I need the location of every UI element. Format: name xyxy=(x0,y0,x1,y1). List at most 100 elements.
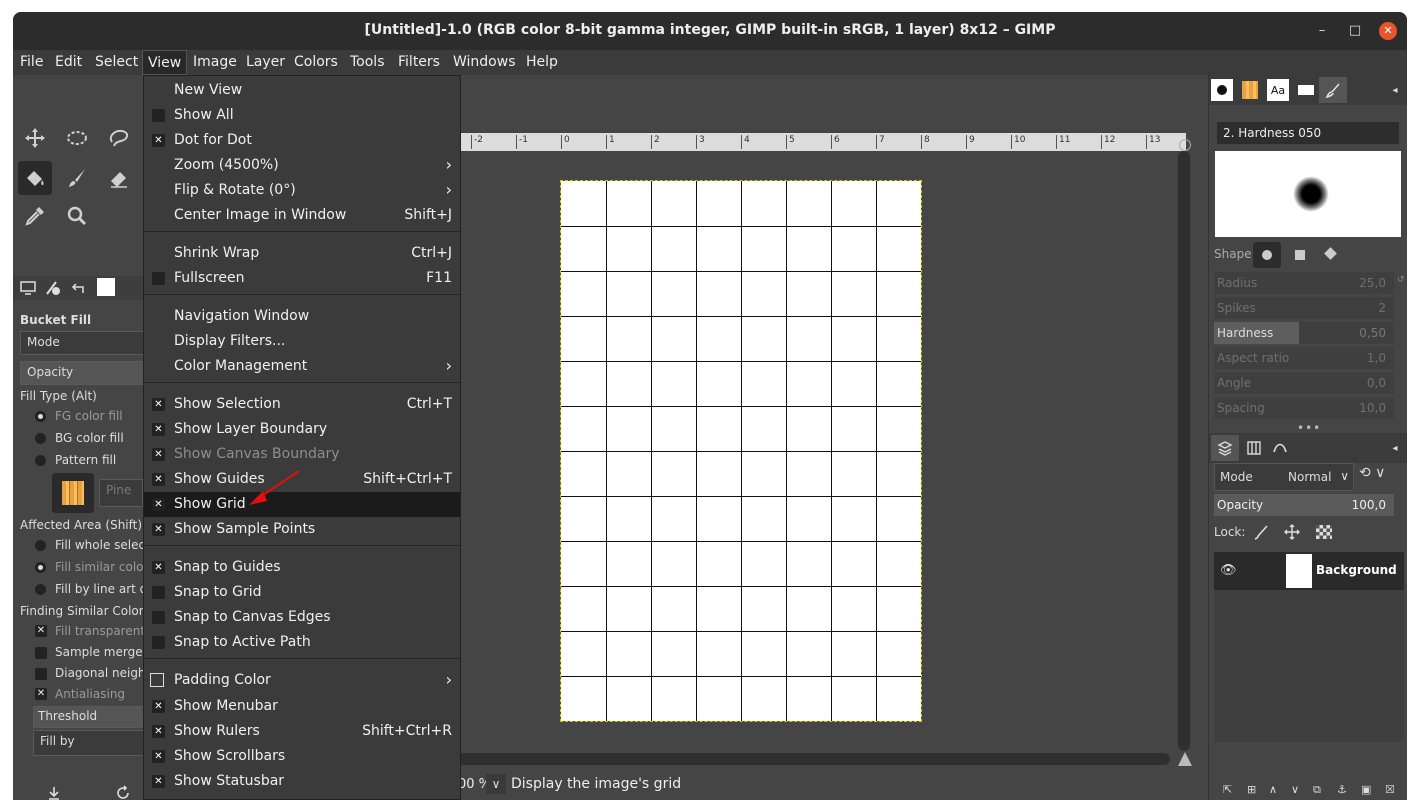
menu-item-show-layer-boundary[interactable]: ✕ Show Layer Boundary xyxy=(144,417,460,442)
new-layer-group-icon[interactable]: ⇱ xyxy=(1223,783,1232,796)
layer-mode-dropdown[interactable]: Mode Normal ∨ xyxy=(1214,463,1354,491)
menu-item-dot-for-dot[interactable]: ✕ Dot for Dot xyxy=(144,128,460,153)
color-picker-icon[interactable] xyxy=(18,199,52,233)
lower-layer-icon[interactable]: ∨ xyxy=(1291,783,1299,796)
radius-slider[interactable]: Radius 25,0 xyxy=(1214,272,1394,294)
menu-item-snap-to-active-path[interactable]: Snap to Active Path xyxy=(144,630,460,655)
tool-options-tab-icon[interactable] xyxy=(19,279,37,301)
menu-item-snap-to-guides[interactable]: ✕ Snap to Guides xyxy=(144,555,460,580)
fill-whole-radio[interactable] xyxy=(35,540,46,551)
ellipse-select-icon[interactable] xyxy=(60,121,94,155)
opacity-slider[interactable]: Opacity xyxy=(20,361,144,385)
paintbrush-icon[interactable] xyxy=(60,161,94,195)
brush-preview[interactable] xyxy=(1215,151,1401,237)
bucket-fill-icon[interactable] xyxy=(18,161,52,195)
menu-colors[interactable]: Colors xyxy=(294,54,338,70)
menu-item-show-selection[interactable]: ✕ Show Selection Ctrl+T xyxy=(144,392,460,417)
menu-windows[interactable]: Windows xyxy=(453,54,516,70)
layers-tab-icon[interactable] xyxy=(1211,435,1239,461)
radius-reset-icon[interactable]: ↺ xyxy=(1397,275,1405,285)
fill-line-art-radio[interactable] xyxy=(35,584,46,595)
menu-edit[interactable]: Edit xyxy=(55,54,82,70)
mode-switch-icon[interactable]: ⟲ ∨ xyxy=(1359,465,1403,489)
menu-item-display-filters[interactable]: Display Filters... xyxy=(144,329,460,354)
close-button[interactable]: ✕ xyxy=(1379,22,1397,40)
anchor-layer-icon[interactable]: ⚓ xyxy=(1337,783,1347,796)
paths-tab-icon[interactable] xyxy=(1269,437,1291,459)
dock-menu-icon[interactable]: ◂ xyxy=(1384,79,1406,101)
spikes-slider[interactable]: Spikes 2 xyxy=(1214,297,1394,319)
zoom-to-fit-icon[interactable] xyxy=(1179,139,1191,151)
raise-layer-icon[interactable]: ∧ xyxy=(1269,783,1277,796)
menu-item-flip-rotate[interactable]: Flip & Rotate (0°) › xyxy=(144,178,460,203)
menu-item-show-sample-points[interactable]: ✕ Show Sample Points xyxy=(144,517,460,542)
pattern-preview[interactable] xyxy=(52,473,94,513)
zoom-icon[interactable] xyxy=(60,199,94,233)
undo-history-tab-icon[interactable] xyxy=(69,279,87,301)
channels-tab-icon[interactable] xyxy=(1243,437,1265,459)
layer-opacity-slider[interactable]: Opacity 100,0 xyxy=(1214,494,1394,516)
menu-view[interactable]: View xyxy=(142,50,188,75)
diagonal-checkbox[interactable] xyxy=(35,668,47,680)
maximize-button[interactable]: □ xyxy=(1346,22,1364,40)
menu-file[interactable]: File xyxy=(20,54,43,70)
angle-slider[interactable]: Angle 0,0 xyxy=(1214,372,1394,394)
menu-tools[interactable]: Tools xyxy=(350,54,385,70)
menu-item-navigation-window[interactable]: Navigation Window xyxy=(144,304,460,329)
sample-merged-checkbox[interactable] xyxy=(35,647,47,659)
image-canvas[interactable] xyxy=(560,180,922,722)
device-status-tab-icon[interactable] xyxy=(44,279,62,301)
delete-layer-icon[interactable]: ☒ xyxy=(1385,783,1395,796)
hardness-slider[interactable]: Hardness 0,50 xyxy=(1214,322,1394,344)
fill-by-dropdown[interactable]: Fill by xyxy=(33,730,144,756)
shape-diamond-icon[interactable] xyxy=(1324,247,1337,260)
lock-position-icon[interactable] xyxy=(1284,524,1300,544)
menu-image[interactable]: Image xyxy=(193,54,237,70)
aspect-ratio-slider[interactable]: Aspect ratio 1,0 xyxy=(1214,347,1394,369)
eye-icon[interactable]: 👁 xyxy=(1220,563,1237,578)
menu-select[interactable]: Select xyxy=(95,54,138,70)
threshold-slider[interactable]: Threshold xyxy=(33,706,144,728)
menu-item-shrink-wrap[interactable]: Shrink Wrap Ctrl+J xyxy=(144,241,460,266)
minimize-button[interactable]: – xyxy=(1313,22,1331,40)
menu-item-snap-to-canvas-edges[interactable]: Snap to Canvas Edges xyxy=(144,605,460,630)
bg-fill-radio[interactable] xyxy=(35,433,46,444)
paint-dynamics-tab-icon[interactable] xyxy=(1319,77,1347,103)
patterns-tab-icon[interactable] xyxy=(1239,79,1261,101)
fonts-tab[interactable]: Aa xyxy=(1267,79,1289,101)
new-layer-icon[interactable]: ⊞ xyxy=(1247,783,1256,796)
menu-item-snap-to-grid[interactable]: Snap to Grid xyxy=(144,580,460,605)
save-options-icon[interactable] xyxy=(46,785,62,800)
menu-filters[interactable]: Filters xyxy=(398,54,440,70)
zoom-dropdown-chevron-icon[interactable]: ∨ xyxy=(486,774,506,794)
menu-item-padding-color[interactable]: Padding Color › xyxy=(144,668,460,693)
navigate-icon[interactable] xyxy=(1178,752,1192,766)
menu-item-show-statusbar[interactable]: ✕ Show Statusbar xyxy=(144,769,460,794)
spacing-slider[interactable]: Spacing 10,0 xyxy=(1214,397,1394,419)
pattern-fill-radio[interactable] xyxy=(35,455,46,466)
menu-item-show-all[interactable]: Show All xyxy=(144,103,460,128)
fill-similar-radio[interactable] xyxy=(35,562,46,573)
menu-item-zoom[interactable]: Zoom (4500%) › xyxy=(144,153,460,178)
vertical-scrollbar[interactable] xyxy=(1178,151,1190,751)
menu-item-color-management[interactable]: Color Management › xyxy=(144,354,460,379)
lock-alpha-icon[interactable] xyxy=(1316,525,1332,539)
fill-transparent-checkbox[interactable]: ✕ xyxy=(35,625,47,637)
menu-help[interactable]: Help xyxy=(526,54,558,70)
fg-fill-radio[interactable] xyxy=(35,411,46,422)
menu-item-show-scrollbars[interactable]: ✕ Show Scrollbars xyxy=(144,744,460,769)
menu-item-new-view[interactable]: New View xyxy=(144,78,460,103)
move-tool-icon[interactable] xyxy=(18,121,52,155)
antialiasing-checkbox[interactable]: ✕ xyxy=(35,688,47,700)
shape-circle-button[interactable] xyxy=(1253,242,1281,268)
menu-item-show-canvas-boundary[interactable]: ✕ Show Canvas Boundary xyxy=(144,442,460,467)
gradients-tab-icon[interactable] xyxy=(1295,79,1317,101)
menu-item-fullscreen[interactable]: Fullscreen F11 xyxy=(144,266,460,291)
layer-row-background[interactable]: 👁 Background xyxy=(1214,552,1404,590)
layers-dock-menu-icon[interactable]: ◂ xyxy=(1384,437,1406,459)
brushes-tab-icon[interactable] xyxy=(1211,79,1233,101)
horizontal-ruler[interactable]: -2 -1 0 1 2 3 4 5 6 7 8 9 10 11 12 13 xyxy=(461,133,1186,151)
images-tab-icon[interactable] xyxy=(97,278,115,296)
mask-layer-icon[interactable]: ▣ xyxy=(1361,783,1371,796)
menu-item-show-menubar[interactable]: ✕ Show Menubar xyxy=(144,694,460,719)
